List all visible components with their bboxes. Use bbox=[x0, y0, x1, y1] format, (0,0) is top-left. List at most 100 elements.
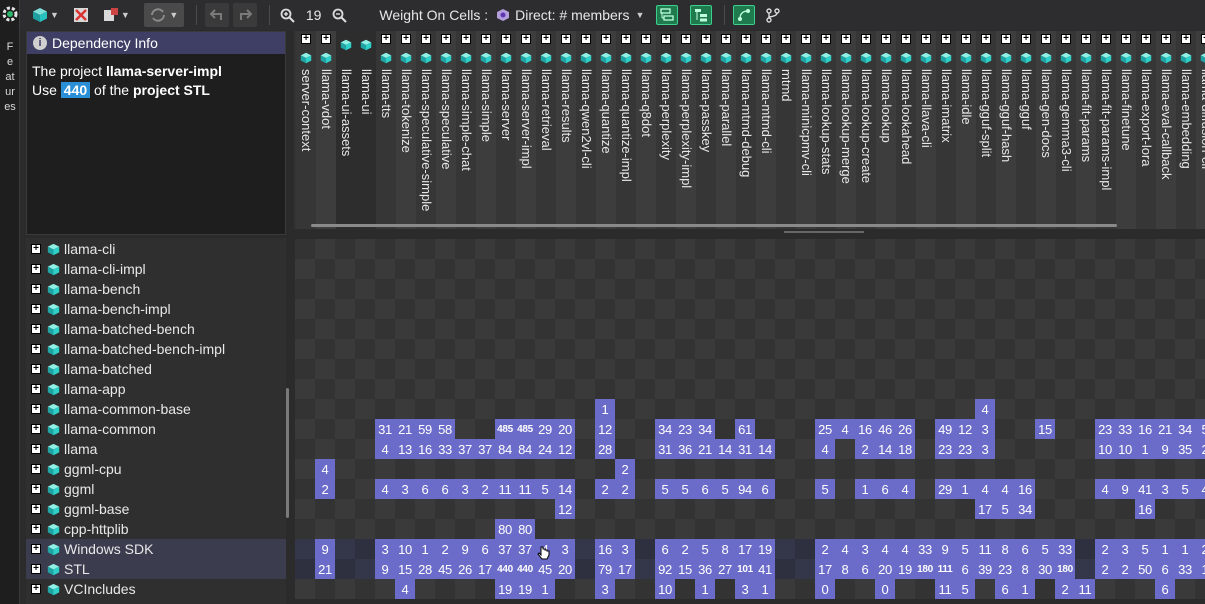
matrix-cell[interactable] bbox=[455, 379, 475, 399]
matrix-cell[interactable] bbox=[735, 319, 755, 339]
matrix-cell[interactable] bbox=[635, 419, 655, 439]
matrix-cell[interactable] bbox=[735, 339, 755, 359]
matrix-cell[interactable] bbox=[395, 339, 415, 359]
matrix-cell[interactable] bbox=[1095, 499, 1115, 519]
matrix-value-cell[interactable]: 6 bbox=[1155, 559, 1175, 579]
matrix-cell[interactable] bbox=[915, 279, 935, 299]
matrix-cell[interactable] bbox=[295, 259, 315, 279]
matrix-cell[interactable] bbox=[655, 519, 675, 539]
matrix-cell[interactable] bbox=[315, 299, 335, 319]
matrix-cell[interactable] bbox=[555, 339, 575, 359]
matrix-cell[interactable] bbox=[715, 299, 735, 319]
matrix-cell[interactable] bbox=[915, 499, 935, 519]
matrix-cell[interactable] bbox=[615, 519, 635, 539]
matrix-cell[interactable] bbox=[795, 499, 815, 519]
matrix-cell[interactable] bbox=[775, 379, 795, 399]
matrix-value-cell[interactable]: 6 bbox=[655, 539, 675, 559]
matrix-cell[interactable] bbox=[475, 239, 495, 259]
matrix-cell[interactable] bbox=[1015, 439, 1035, 459]
matrix-value-cell[interactable]: 59 bbox=[415, 419, 435, 439]
matrix-cell[interactable] bbox=[655, 239, 675, 259]
matrix-value-cell[interactable]: 37 bbox=[455, 439, 475, 459]
matrix-cell[interactable] bbox=[795, 519, 815, 539]
matrix-cell[interactable] bbox=[375, 259, 395, 279]
matrix-value-cell[interactable]: 9 bbox=[315, 539, 335, 559]
matrix-cell[interactable] bbox=[475, 279, 495, 299]
matrix-cell[interactable] bbox=[695, 239, 715, 259]
matrix-cell[interactable] bbox=[495, 359, 515, 379]
matrix-value-cell[interactable]: 2 bbox=[1115, 559, 1135, 579]
matrix-cell[interactable] bbox=[775, 279, 795, 299]
expand-icon[interactable]: + bbox=[31, 564, 41, 574]
matrix-cell[interactable] bbox=[1175, 259, 1195, 279]
matrix-value-cell[interactable]: 20 bbox=[875, 559, 895, 579]
matrix-cell[interactable] bbox=[295, 419, 315, 439]
matrix-cell[interactable] bbox=[355, 259, 375, 279]
column-header-llama-imatrix[interactable]: + llama-imatrix bbox=[936, 31, 956, 229]
matrix-cell[interactable] bbox=[775, 359, 795, 379]
matrix-cell[interactable] bbox=[435, 399, 455, 419]
matrix-value-cell[interactable]: 31 bbox=[735, 439, 755, 459]
matrix-cell[interactable] bbox=[615, 259, 635, 279]
matrix-cell[interactable] bbox=[375, 319, 395, 339]
matrix-value-cell[interactable]: 4 bbox=[835, 539, 855, 559]
matrix-value-cell[interactable]: 8 bbox=[715, 539, 735, 559]
matrix-cell[interactable] bbox=[1095, 279, 1115, 299]
matrix-cell[interactable] bbox=[935, 239, 955, 259]
expand-icon[interactable]: + bbox=[921, 34, 931, 44]
matrix-cell[interactable] bbox=[335, 519, 355, 539]
matrix-cell[interactable] bbox=[1135, 399, 1155, 419]
matrix-cell[interactable] bbox=[315, 279, 335, 299]
row-header-llama-bench[interactable]: + llama-bench bbox=[26, 279, 286, 299]
expand-icon[interactable]: + bbox=[1021, 34, 1031, 44]
matrix-value-cell[interactable]: 2 bbox=[1195, 439, 1205, 459]
matrix-cell[interactable] bbox=[715, 519, 735, 539]
matrix-cell[interactable] bbox=[775, 539, 795, 559]
matrix-cell[interactable] bbox=[995, 359, 1015, 379]
matrix-value-cell[interactable]: 21 bbox=[1155, 419, 1175, 439]
matrix-value-cell[interactable]: 10 bbox=[395, 539, 415, 559]
column-header-llama-mtmd-debug[interactable]: + llama-mtmd-debug bbox=[736, 31, 756, 229]
matrix-cell[interactable] bbox=[295, 239, 315, 259]
matrix-cell[interactable] bbox=[335, 539, 355, 559]
matrix-cell[interactable] bbox=[495, 299, 515, 319]
matrix-cell[interactable] bbox=[1075, 299, 1095, 319]
matrix-cell[interactable] bbox=[775, 299, 795, 319]
matrix-cell[interactable] bbox=[1115, 579, 1135, 599]
matrix-cell[interactable] bbox=[435, 499, 455, 519]
matrix-cell[interactable] bbox=[795, 539, 815, 559]
matrix-value-cell[interactable]: 1 bbox=[1015, 579, 1035, 599]
matrix-cell[interactable] bbox=[895, 319, 915, 339]
matrix-cell[interactable] bbox=[735, 519, 755, 539]
matrix-value-cell[interactable]: 10 bbox=[1095, 439, 1115, 459]
matrix-cell[interactable] bbox=[935, 399, 955, 419]
matrix-cell[interactable] bbox=[535, 499, 555, 519]
column-header-llama-gguf[interactable]: + llama-gguf bbox=[1016, 31, 1036, 229]
matrix-cell[interactable] bbox=[1075, 539, 1095, 559]
matrix-cell[interactable] bbox=[995, 259, 1015, 279]
matrix-value-cell[interactable]: 25 bbox=[815, 419, 835, 439]
matrix-cell[interactable] bbox=[1075, 239, 1095, 259]
matrix-cell[interactable] bbox=[575, 339, 595, 359]
column-header-llama-simple-chat[interactable]: + llama-simple-chat bbox=[456, 31, 476, 229]
matrix-cell[interactable] bbox=[535, 259, 555, 279]
matrix-cell[interactable] bbox=[435, 579, 455, 599]
matrix-cell[interactable] bbox=[455, 299, 475, 319]
redo-button[interactable] bbox=[232, 3, 257, 27]
expand-icon[interactable]: + bbox=[641, 34, 651, 44]
matrix-cell[interactable] bbox=[535, 519, 555, 539]
matrix-cell[interactable] bbox=[755, 459, 775, 479]
matrix-cell[interactable] bbox=[1035, 299, 1055, 319]
matrix-cell[interactable] bbox=[875, 259, 895, 279]
matrix-cell[interactable] bbox=[515, 319, 535, 339]
matrix-cell[interactable] bbox=[735, 259, 755, 279]
matrix-cell[interactable] bbox=[655, 379, 675, 399]
matrix-cell[interactable] bbox=[475, 499, 495, 519]
expand-icon[interactable]: + bbox=[381, 34, 391, 44]
matrix-cell[interactable] bbox=[1015, 259, 1035, 279]
matrix-cell[interactable] bbox=[715, 259, 735, 279]
matrix-value-cell[interactable]: 1 bbox=[415, 539, 435, 559]
matrix-value-cell[interactable]: 26 bbox=[455, 559, 475, 579]
matrix-cell[interactable] bbox=[935, 259, 955, 279]
matrix-cell[interactable] bbox=[615, 319, 635, 339]
